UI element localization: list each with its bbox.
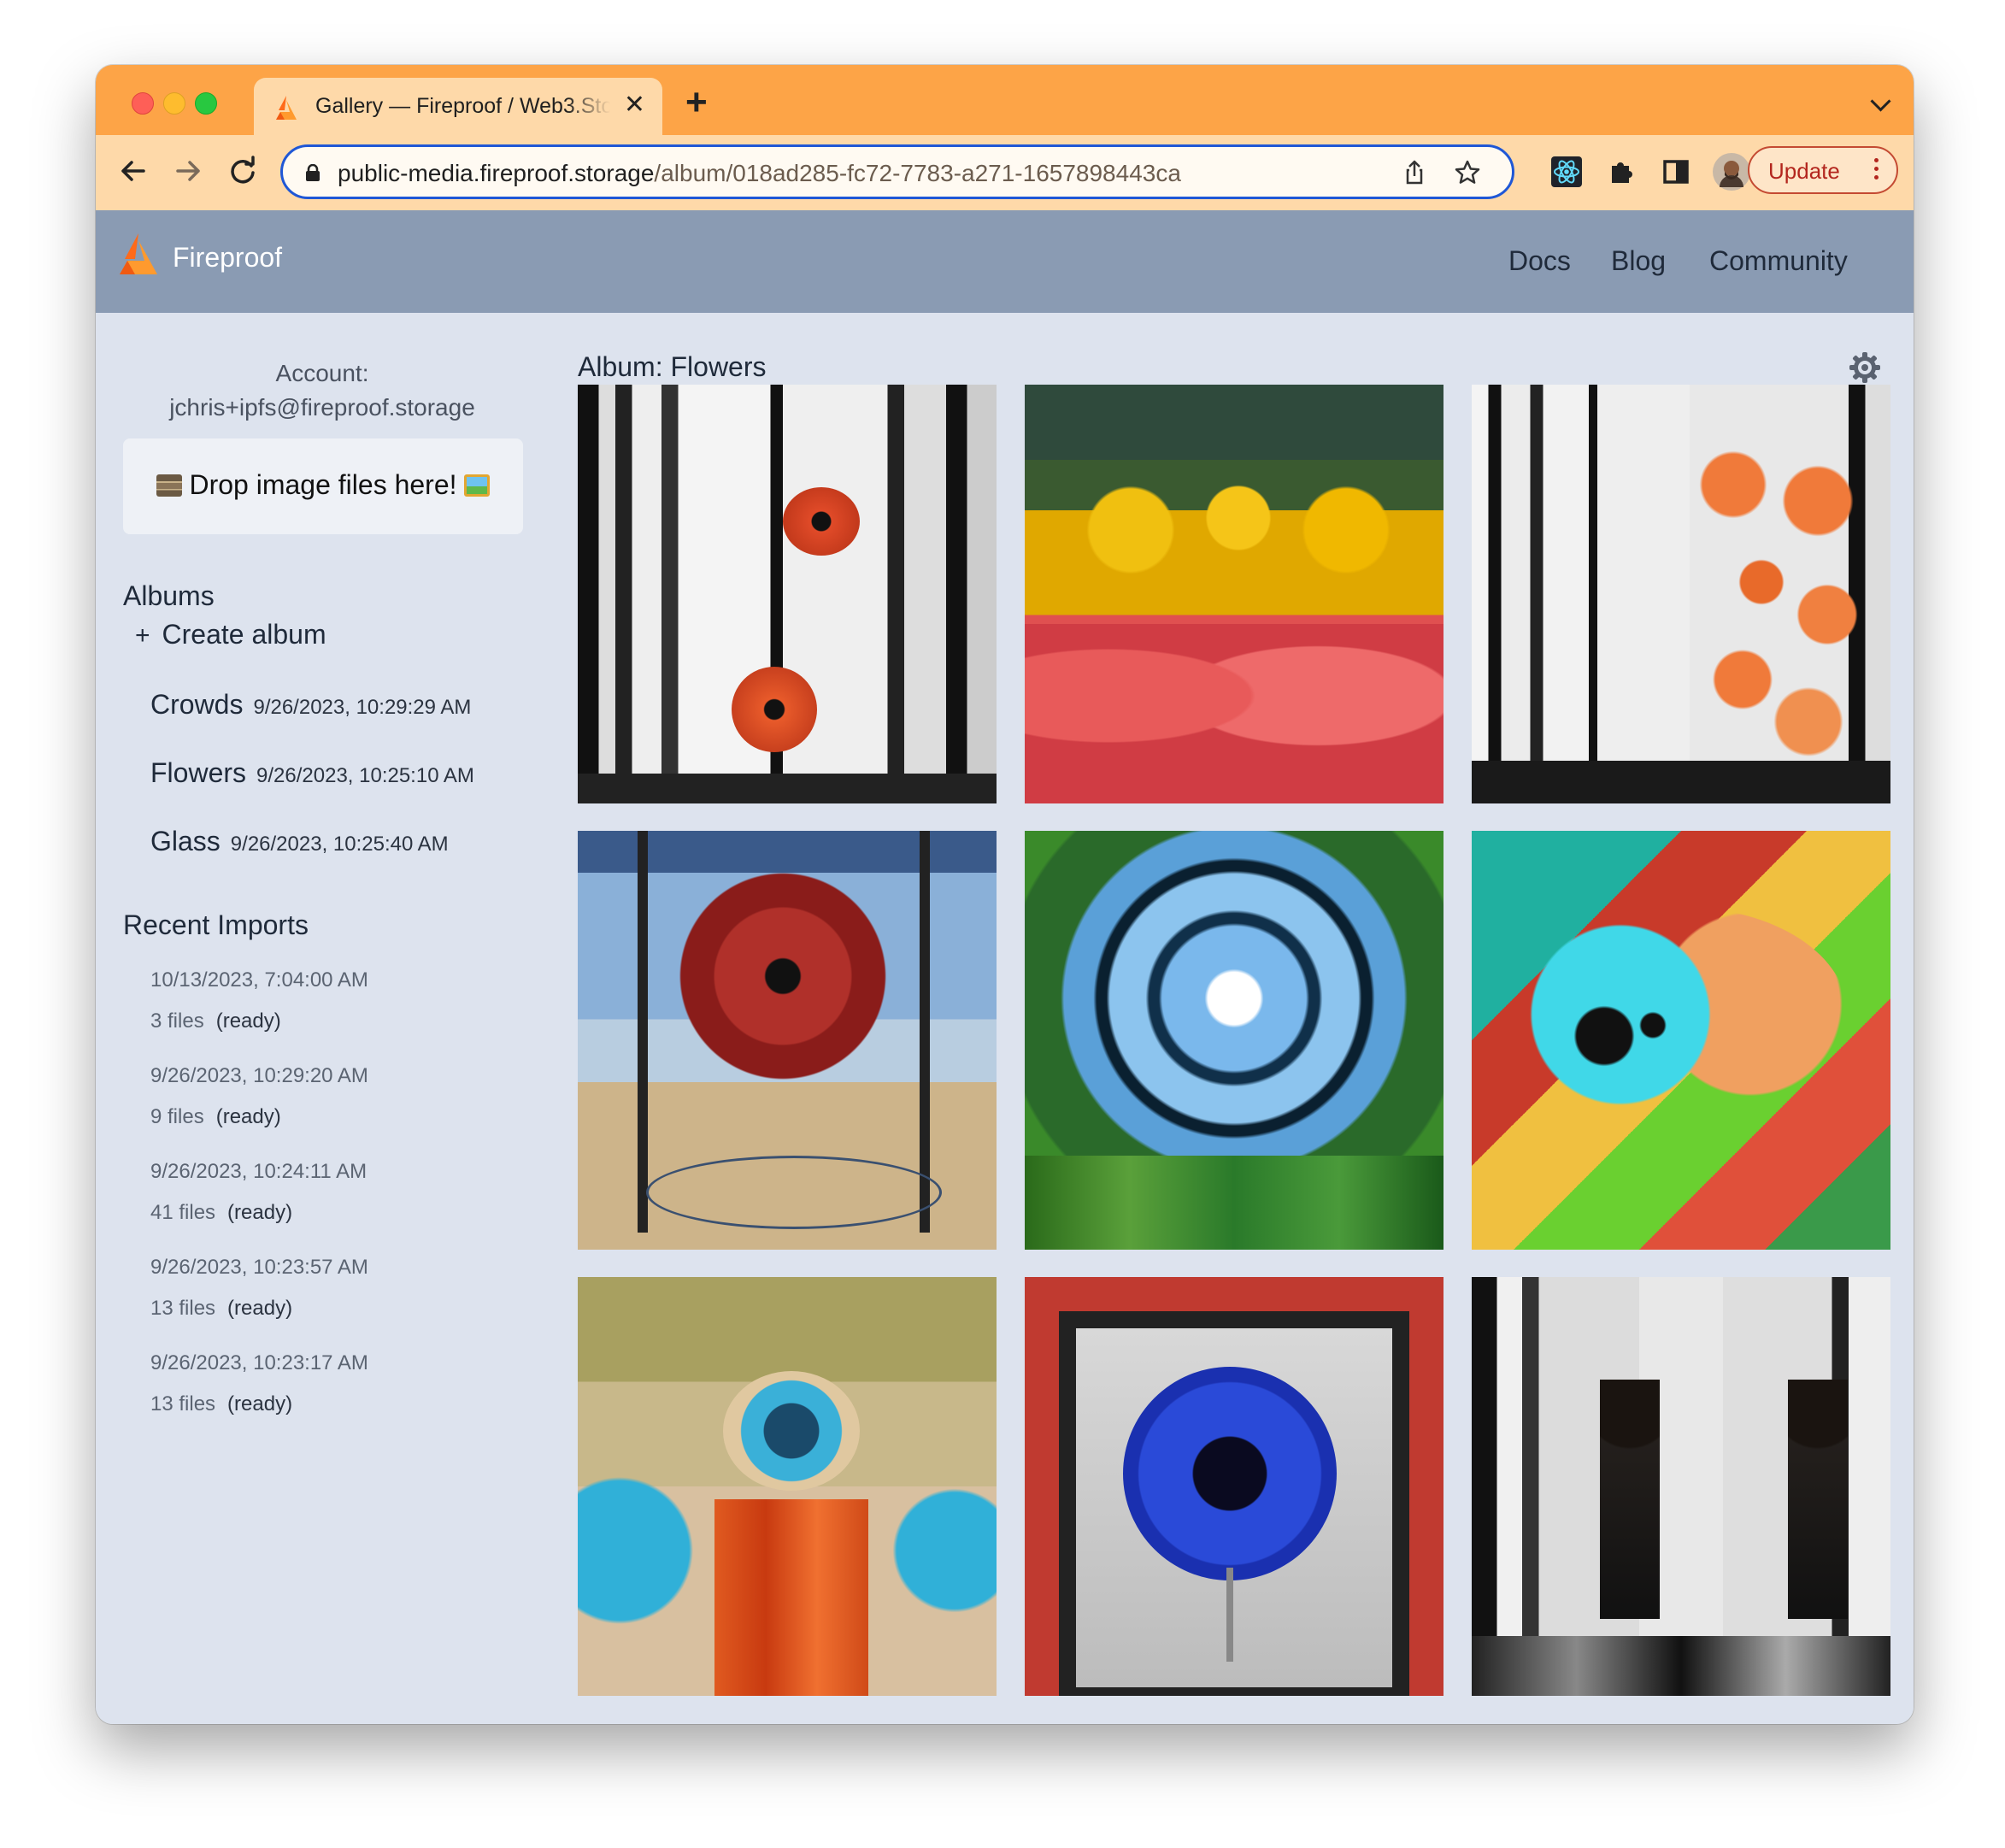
close-window-button[interactable] (132, 92, 154, 115)
nav-blog-link[interactable]: Blog (1611, 245, 1666, 277)
reload-icon[interactable] (224, 152, 262, 190)
share-icon[interactable] (1401, 159, 1428, 186)
import-files: 13 files (ready) (150, 1392, 293, 1415)
album-title: Album: Flowers (578, 351, 767, 382)
album-item-crowds[interactable]: Crowds 9/26/2023, 10:29:29 AM (150, 689, 471, 721)
album-item-glass[interactable]: Glass 9/26/2023, 10:25:40 AM (150, 826, 449, 857)
lock-icon[interactable] (305, 164, 320, 181)
plus-icon: + (135, 621, 150, 650)
albums-heading: Albums (123, 580, 215, 611)
react-devtools-icon[interactable] (1550, 156, 1583, 188)
gallery-image[interactable] (1472, 831, 1890, 1250)
import-date[interactable]: 9/26/2023, 10:29:20 AM (150, 1064, 368, 1088)
back-arrow-icon[interactable] (115, 152, 152, 190)
fireproof-favicon-icon (276, 96, 297, 120)
gear-icon[interactable] (1848, 350, 1882, 385)
import-date[interactable]: 10/13/2023, 7:04:00 AM (150, 968, 368, 992)
more-menu-icon[interactable] (1874, 158, 1879, 184)
brand-name[interactable]: Fireproof (173, 242, 282, 274)
update-button[interactable]: Update (1748, 146, 1898, 194)
profile-avatar[interactable] (1713, 153, 1750, 191)
import-files: 41 files (ready) (150, 1201, 293, 1224)
fireproof-logo-icon[interactable] (118, 232, 159, 276)
image-dropzone[interactable]: Drop image files here! (123, 438, 523, 534)
framed-picture-icon (464, 474, 491, 497)
url-text: public-media.fireproof.storage/album/018… (338, 160, 1181, 186)
maximize-window-button[interactable] (195, 92, 217, 115)
close-tab-icon[interactable]: ✕ (624, 90, 645, 121)
new-tab-icon[interactable]: + (685, 84, 708, 121)
album-item-flowers[interactable]: Flowers 9/26/2023, 10:25:10 AM (150, 757, 474, 789)
sidebar: Account: jchris+ipfs@fireproof.storage D… (96, 313, 579, 1724)
main-content: Account: jchris+ipfs@fireproof.storage D… (96, 313, 1914, 1724)
site-header: Fireproof Docs Blog Community (96, 210, 1914, 313)
import-files: 3 files (ready) (150, 1009, 281, 1033)
bookmark-star-icon[interactable] (1454, 159, 1481, 186)
account-label: Account: (275, 360, 369, 386)
import-date[interactable]: 9/26/2023, 10:23:17 AM (150, 1351, 368, 1375)
extensions-puzzle-icon[interactable] (1605, 156, 1638, 188)
gallery-image[interactable] (1472, 385, 1890, 803)
create-album-button[interactable]: + Create album (135, 619, 326, 650)
tab-strip: Gallery — Fireproof / Web3.Storage ✕ + (96, 65, 1914, 135)
gallery-image[interactable] (578, 831, 997, 1250)
gallery-image[interactable] (578, 385, 997, 803)
account-email: jchris+ipfs@fireproof.storage (169, 394, 475, 421)
nav-docs-link[interactable]: Docs (1508, 245, 1571, 277)
browser-toolbar: public-media.fireproof.storage/album/018… (96, 135, 1914, 210)
import-date[interactable]: 9/26/2023, 10:23:57 AM (150, 1256, 368, 1280)
gallery-image[interactable] (1025, 1277, 1443, 1696)
drop-label: Drop image files here! (189, 469, 457, 500)
minimize-window-button[interactable] (163, 92, 185, 115)
gallery-image[interactable] (578, 1277, 997, 1696)
gallery-image[interactable] (1472, 1277, 1890, 1696)
recent-imports-heading: Recent Imports (123, 909, 309, 940)
nav-community-link[interactable]: Community (1709, 245, 1848, 277)
active-tab[interactable]: Gallery — Fireproof / Web3.Storage ✕ (254, 78, 662, 135)
side-panel-icon[interactable] (1660, 156, 1692, 188)
address-bar[interactable]: public-media.fireproof.storage/album/018… (280, 144, 1514, 199)
gallery-image[interactable] (1025, 831, 1443, 1250)
file-cabinet-icon (156, 474, 182, 497)
import-date[interactable]: 9/26/2023, 10:24:11 AM (150, 1160, 367, 1184)
forward-arrow-icon[interactable] (169, 152, 207, 190)
tab-search-chevron-icon[interactable] (1870, 91, 1891, 112)
tab-title: Gallery — Fireproof / Web3.Storage (315, 94, 610, 118)
import-files: 9 files (ready) (150, 1105, 281, 1128)
browser-window: Gallery — Fireproof / Web3.Storage ✕ + p… (96, 65, 1914, 1724)
import-files: 13 files (ready) (150, 1297, 293, 1320)
gallery-image[interactable] (1025, 385, 1443, 803)
